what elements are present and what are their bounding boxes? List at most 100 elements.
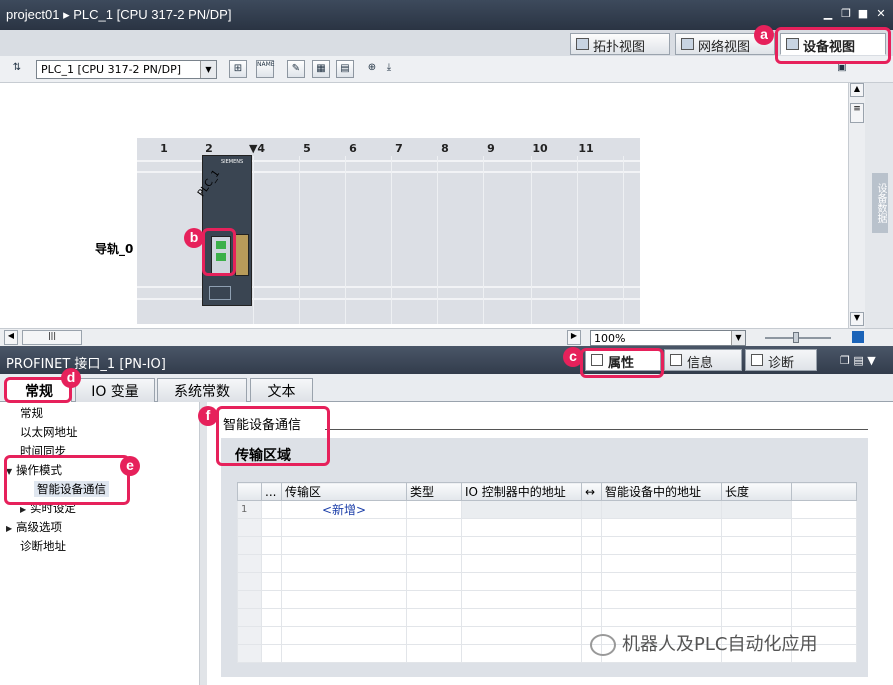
edit-icon[interactable]: ✎ [287, 60, 305, 78]
slot-divider [623, 156, 624, 324]
vertical-scrollbar[interactable]: ▲ ≡ ▼ [848, 83, 865, 328]
zoom-slider-handle[interactable] [793, 332, 799, 343]
table-cell [261, 500, 282, 519]
table-cell [581, 554, 602, 573]
column-header[interactable]: 智能设备中的地址 [601, 482, 722, 501]
tab-topology-view[interactable]: 拓扑视图 [570, 33, 670, 55]
table-cell [237, 608, 262, 627]
table-cell [261, 554, 282, 573]
inspector-subtabs: 常规 IO 变量 系统常数 文本 [0, 374, 893, 403]
grid-icon[interactable]: ▦ [312, 60, 330, 78]
column-header[interactable]: ↔ [581, 482, 602, 501]
collapsed-icon[interactable]: ▶ [6, 524, 16, 533]
table-cell [406, 572, 462, 591]
column-header[interactable]: 长度 [721, 482, 792, 501]
table-cell [721, 500, 792, 519]
table-cell [261, 626, 282, 645]
nav-item-ethernet-address[interactable]: 以太网地址 [20, 424, 78, 440]
table-cell [237, 590, 262, 609]
watermark-text: 机器人及PLC自动化应用 [622, 634, 818, 655]
device-canvas[interactable]: 1 2 ▼4 5 6 7 8 9 10 11 SIEMENS PLC_1 导轨_… [0, 83, 848, 328]
download-icon[interactable]: ⤓ [380, 60, 398, 78]
table-cell [791, 518, 857, 537]
table-cell [406, 644, 462, 663]
tab-diagnostics[interactable]: 诊断 [745, 349, 817, 371]
table-cell [791, 608, 857, 627]
column-header[interactable]: 传输区 [281, 482, 407, 501]
table-cell [281, 536, 407, 555]
table-cell [281, 644, 407, 663]
tab-system-constants[interactable]: 系统常数 [157, 378, 247, 402]
tab-label: 拓扑视图 [593, 40, 646, 55]
slot-view-icon[interactable]: ⊞ [229, 60, 247, 78]
zoom-icon[interactable]: ⊕ [363, 60, 381, 78]
nav-item-advanced-options[interactable]: ▶ 高级选项 [6, 519, 62, 535]
cpu-brand: SIEMENS [221, 159, 244, 165]
table-row [237, 554, 857, 573]
table-cell [791, 590, 857, 609]
slot-divider [299, 156, 300, 324]
table-cell [581, 536, 602, 555]
table-cell [261, 572, 282, 591]
device-tree-icon[interactable]: ⇅ [8, 60, 26, 78]
nav-item-diagnostic-address[interactable]: 诊断地址 [20, 538, 66, 554]
device-data-tab[interactable]: 设备数据 [872, 173, 888, 233]
table-cell [261, 644, 282, 663]
table-cell [406, 518, 462, 537]
chevron-down-icon[interactable]: ▼ [200, 61, 216, 78]
slot-number: ▼4 [248, 142, 266, 155]
column-header[interactable]: 类型 [406, 482, 462, 501]
table-cell [791, 554, 857, 573]
annotation-box-e [4, 455, 130, 505]
table-cell [237, 572, 262, 591]
scroll-left-icon[interactable]: ◀ [4, 330, 18, 345]
table-header-row: ... 传输区 类型 IO 控制器中的地址 ↔ 智能设备中的地址 长度 [237, 482, 857, 501]
table-cell [581, 500, 602, 519]
collapsed-icon[interactable]: ▶ [20, 505, 30, 514]
scroll-thumb[interactable]: ≡ [850, 103, 864, 123]
table-cell [601, 518, 722, 537]
horizontal-scroll-thumb[interactable]: ||| [22, 330, 82, 345]
table-cell [406, 536, 462, 555]
column-header[interactable]: IO 控制器中的地址 [461, 482, 582, 501]
annotation-box-c [580, 348, 664, 378]
page-break-icon[interactable]: ▤ [336, 60, 354, 78]
tab-io-tags[interactable]: IO 变量 [75, 378, 155, 402]
panel-layout-icon[interactable]: ❐ ▤ ▼ [840, 354, 876, 367]
show-names-button[interactable]: NAME [256, 60, 275, 78]
minimize-icon[interactable]: ▁ [822, 8, 834, 19]
device-select[interactable]: PLC_1 [CPU 317-2 PN/DP] ▼ [36, 60, 217, 79]
zoom-select[interactable]: 100% ▼ [590, 330, 746, 346]
nav-item-general[interactable]: 常规 [20, 405, 43, 421]
slot-number: 7 [395, 142, 403, 155]
annotation-label-b: b [184, 228, 204, 248]
window-title: project01 ▸ PLC_1 [CPU 317-2 PN/DP] [6, 7, 232, 22]
add-new-cell[interactable]: <新增> [281, 500, 407, 519]
column-header[interactable]: ... [261, 482, 282, 501]
table-cell [461, 608, 582, 627]
canvas-bottom-bar: ◀ ||| ▶ 100% ▼ [0, 328, 893, 346]
maximize-icon[interactable]: ■ [857, 8, 869, 19]
tab-info[interactable]: 信息 [664, 349, 742, 371]
scroll-up-icon[interactable]: ▲ [850, 83, 864, 97]
slot-number: 10 [532, 142, 548, 155]
table-cell [461, 554, 582, 573]
overview-icon[interactable] [852, 331, 864, 343]
scroll-right-icon[interactable]: ▶ [567, 330, 581, 345]
dp-connector[interactable] [235, 234, 249, 276]
column-header [791, 482, 857, 501]
chevron-down-icon[interactable]: ▼ [731, 331, 745, 345]
tab-texts[interactable]: 文本 [250, 378, 313, 402]
nav-splitter[interactable] [200, 402, 207, 685]
tab-label: 网络视图 [698, 40, 751, 55]
table-row [237, 608, 857, 627]
table-row[interactable]: 1 <新增> [237, 500, 857, 519]
annotation-box-b [202, 228, 236, 276]
scroll-down-icon[interactable]: ▼ [850, 312, 864, 326]
close-icon[interactable]: ✕ [875, 8, 887, 19]
table-cell [601, 536, 722, 555]
table-cell [601, 554, 722, 573]
restore-icon[interactable]: ❐ [840, 8, 852, 19]
show-names-label: NAME [257, 61, 275, 68]
slot-number: 1 [160, 142, 168, 155]
